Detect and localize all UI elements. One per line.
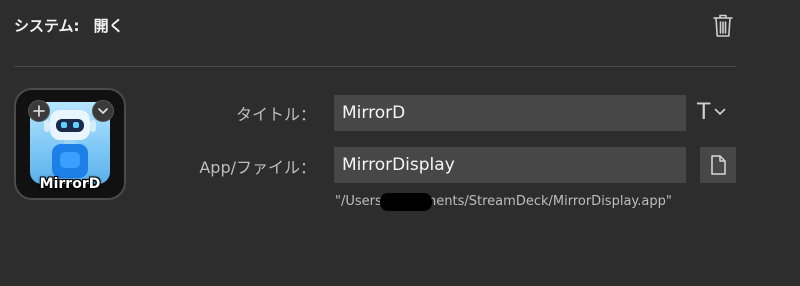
app-file-input[interactable]: MirrorDisplay (334, 147, 686, 183)
header-category: システム: (14, 17, 80, 35)
title-input[interactable]: MirrorD (334, 95, 686, 131)
title-label: タイトル： (235, 105, 316, 124)
divider (14, 66, 736, 67)
key-image[interactable]: MirrorD (14, 88, 126, 200)
redaction-mark (380, 193, 432, 211)
key-caption: MirrorD (39, 176, 101, 192)
app-file-label: App/ファイル： (199, 158, 316, 177)
font-icon: T (697, 99, 711, 125)
header-action: 開く (93, 17, 124, 35)
app-file-value: MirrorDisplay (342, 155, 455, 175)
plus-icon (33, 105, 45, 117)
action-header: システム: 開く (14, 15, 124, 36)
key-menu-button[interactable] (92, 100, 114, 122)
document-icon (711, 155, 726, 175)
add-badge-button[interactable] (28, 100, 50, 122)
choose-file-button[interactable] (700, 147, 736, 183)
title-font-button[interactable]: T (697, 99, 739, 125)
trash-icon[interactable] (712, 13, 734, 39)
chevron-down-icon (98, 108, 108, 114)
title-value: MirrorD (342, 103, 406, 123)
chevron-down-icon (715, 108, 726, 115)
